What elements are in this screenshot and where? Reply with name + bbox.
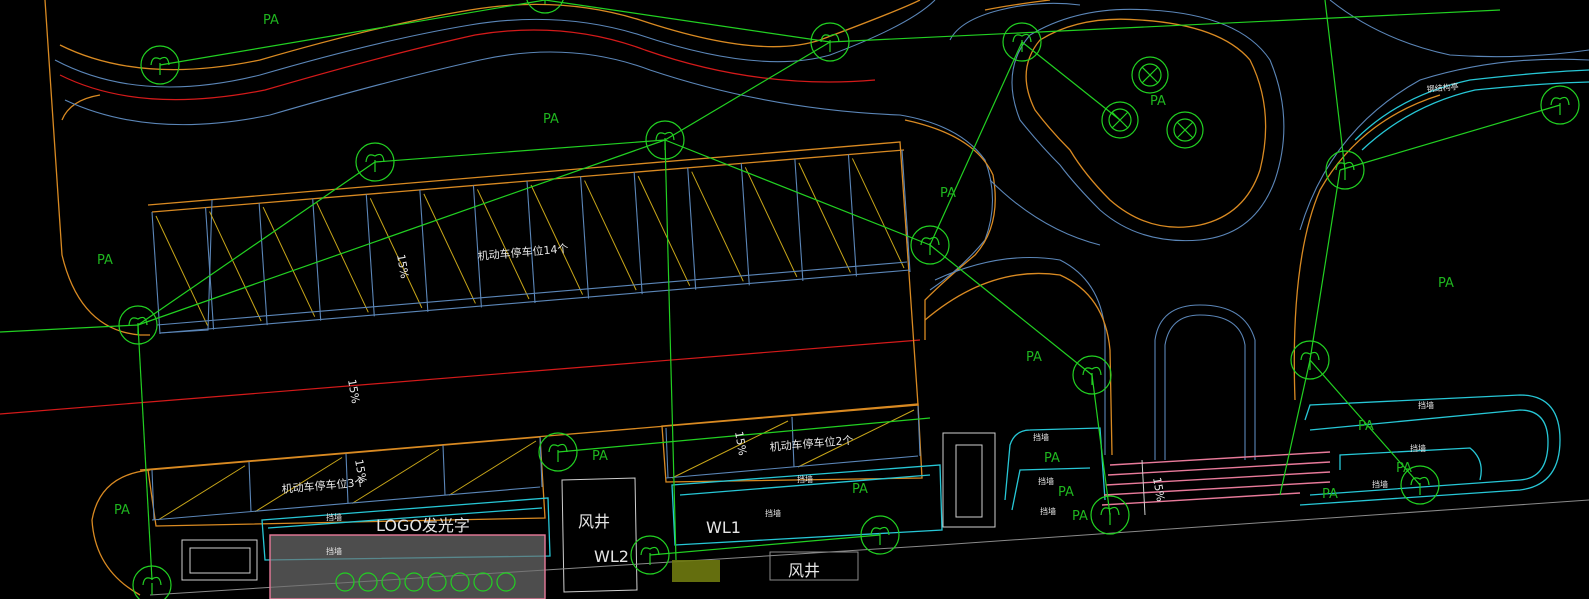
parking-stall-divider <box>901 149 911 273</box>
pa-label: PA <box>543 112 559 127</box>
wall-label: 挡墙 <box>1410 443 1426 453</box>
wall-label: 挡墙 <box>326 546 342 556</box>
parking-stall-hatch <box>369 198 423 309</box>
shrub-cross <box>1141 66 1159 84</box>
tree-symbol <box>820 33 840 52</box>
parking-stall-hatch <box>209 211 262 322</box>
tree-symbol <box>920 236 940 255</box>
pa-label: PA <box>1438 276 1454 291</box>
site-boundaries <box>44 0 1589 596</box>
slope-label: 15% <box>394 253 411 279</box>
wall-label: 挡墙 <box>765 508 781 518</box>
slope-label: 15% <box>1150 476 1167 502</box>
wall-label: 挡墙 <box>1040 506 1056 516</box>
parking-stall-hatch <box>423 193 476 304</box>
parking-stall-hatch <box>476 189 530 300</box>
shrub-cross <box>1176 121 1194 139</box>
slope-label: 15% <box>732 430 749 456</box>
parking-lot-large <box>139 141 919 471</box>
parking-stall-hatch <box>316 202 369 313</box>
parking-stall-divider <box>151 469 155 521</box>
tree-symbol <box>548 443 568 462</box>
parking-stall-divider <box>151 211 161 335</box>
parking-label-large: 机动车停车位14个 <box>477 241 569 263</box>
pa-label: PA <box>1058 485 1074 500</box>
logo-sign-label: LOGO发光字 <box>376 516 470 535</box>
wall-label: 挡墙 <box>1038 476 1054 486</box>
parking-stall-divider <box>312 198 322 321</box>
parking-stall-hatch <box>262 206 316 317</box>
cad-drawing-canvas[interactable]: PA PA PA PA PA PA PA PA PA PA PA PA PA P… <box>0 0 1589 599</box>
parking-stall-divider <box>526 180 536 304</box>
wl1-label: WL1 <box>706 518 741 537</box>
tree-symbol <box>640 546 660 565</box>
parking-stall-baseline <box>156 261 908 326</box>
pa-label: PA <box>852 482 868 497</box>
pavilion-label: 钢结构亭 <box>1426 81 1459 94</box>
parking-stall-hatch <box>584 180 637 291</box>
parking-stall-divider <box>665 427 669 479</box>
pa-label: PA <box>1358 419 1374 434</box>
slope-label: 15% <box>345 378 362 404</box>
pa-label: PA <box>114 503 130 518</box>
parking-stall-hatch <box>851 158 905 269</box>
parking-stall-hatch <box>691 171 744 282</box>
tree-symbol <box>142 576 162 595</box>
pa-label: PA <box>1322 487 1338 502</box>
parking-stall-divider <box>687 167 697 290</box>
stairs <box>1101 451 1331 516</box>
pa-label: PA <box>263 13 279 28</box>
pa-label: PA <box>1150 94 1166 109</box>
wl2-label: WL2 <box>594 547 629 566</box>
pa-label: PA <box>97 253 113 268</box>
parking-stall-divider <box>580 176 590 299</box>
parking-stall-divider <box>258 203 268 326</box>
parking-stall-divider <box>419 189 429 312</box>
wall-label: 挡墙 <box>797 474 813 484</box>
pa-label: PA <box>1396 461 1412 476</box>
parking-stall-divider <box>248 461 252 512</box>
vent-shaft-label: 风井 <box>788 561 820 580</box>
pa-label: PA <box>1026 350 1042 365</box>
parking-stall-hatch <box>157 465 246 521</box>
tree-symbol <box>1100 506 1120 525</box>
parking-stall-divider <box>794 158 804 281</box>
parking-stall-divider <box>205 207 215 330</box>
parking-stall-divider <box>442 445 446 496</box>
pa-label: PA <box>1044 451 1060 466</box>
shrub-cross <box>1111 111 1129 129</box>
parking-stall-baseline <box>665 455 919 479</box>
parking-stall-baseline <box>159 269 911 334</box>
parking-stall-hatch <box>637 175 691 286</box>
trees <box>118 0 1580 599</box>
wall-label: 挡墙 <box>326 512 342 522</box>
parking-stall-divider <box>633 172 643 295</box>
parking-label-left: 机动车停车位3个 <box>281 475 366 496</box>
tree-symbol <box>1550 96 1570 115</box>
wall-label: 挡墙 <box>1372 479 1388 489</box>
parking-stall-divider <box>472 185 482 308</box>
parking-stall-hatch <box>744 167 798 278</box>
parking-stall-hatch <box>530 184 584 295</box>
tree-symbol <box>365 153 385 172</box>
tree-symbol <box>150 56 170 75</box>
tree-symbol <box>870 526 890 545</box>
parking-stall-divider <box>365 194 375 317</box>
pa-label: PA <box>592 449 608 464</box>
pa-label: PA <box>1072 509 1088 524</box>
wall-label: 挡墙 <box>1418 400 1434 410</box>
parking-stall-divider <box>740 163 750 286</box>
parking-stall-hatch <box>798 162 851 273</box>
wall-label: 挡墙 <box>1033 432 1049 442</box>
vent-shaft-label: 风井 <box>578 512 610 531</box>
pa-label: PA <box>940 186 956 201</box>
parking-label-right: 机动车停车位2个 <box>769 433 854 454</box>
tree-symbol <box>655 131 675 150</box>
parking-stall-hatch <box>448 440 537 496</box>
red-line <box>0 339 921 415</box>
